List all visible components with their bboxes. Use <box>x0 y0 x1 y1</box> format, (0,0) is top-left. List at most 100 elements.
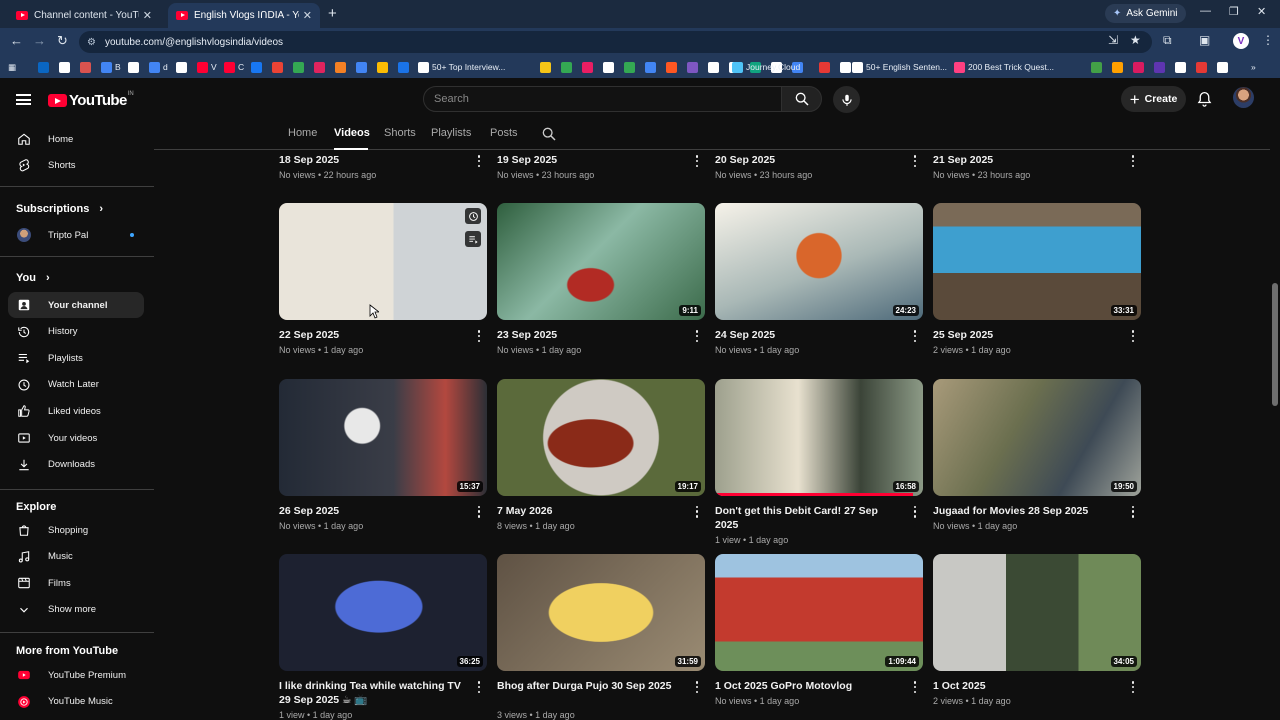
video-title[interactable]: 21 Sep 2025 <box>933 153 1119 167</box>
bookmark-item[interactable] <box>1217 60 1231 74</box>
tab-posts[interactable]: Posts <box>490 127 518 139</box>
bookmark-item[interactable] <box>38 60 52 74</box>
account-avatar[interactable] <box>1233 87 1254 108</box>
minimize-icon[interactable]: — <box>1200 5 1211 17</box>
video-title[interactable]: 22 Sep 2025 <box>279 328 465 342</box>
video-title[interactable]: 7 May 2026 <box>497 504 683 518</box>
install-app-icon[interactable]: ⇲ <box>1108 33 1118 47</box>
side-panel-icon[interactable]: ▣ <box>1199 33 1210 47</box>
bookmark-item[interactable] <box>603 60 617 74</box>
more-bookmarks-icon[interactable]: » <box>1251 60 1256 74</box>
sidebar-item-home[interactable]: Home <box>8 126 144 152</box>
sidebar-item-history[interactable]: History <box>8 319 144 345</box>
bookmark-item[interactable] <box>1196 60 1210 74</box>
video-thumbnail[interactable] <box>279 203 487 320</box>
extensions-icon[interactable]: ⧉ <box>1163 33 1172 48</box>
bookmark-item[interactable] <box>708 60 722 74</box>
video-thumbnail[interactable]: 33:31 <box>933 203 1141 320</box>
video-title[interactable]: 26 Sep 2025 <box>279 504 465 518</box>
bookmark-item[interactable] <box>561 60 575 74</box>
video-thumbnail[interactable]: 24:23 <box>715 203 923 320</box>
video-title[interactable]: 19 Sep 2025 <box>497 153 683 167</box>
bookmark-item[interactable] <box>251 60 265 74</box>
bookmark-item[interactable]: V <box>197 60 217 74</box>
video-thumbnail[interactable]: 19:17 <box>497 378 705 496</box>
more-actions-icon[interactable] <box>1131 330 1135 342</box>
browser-profile-avatar[interactable]: V <box>1233 33 1249 49</box>
video-thumbnail[interactable]: 36:25 <box>279 554 487 671</box>
reload-icon[interactable]: ↻ <box>57 33 68 49</box>
sidebar-item-your-videos[interactable]: Your videos <box>8 425 144 451</box>
bookmark-item[interactable] <box>687 60 701 74</box>
bookmark-item[interactable] <box>59 60 73 74</box>
bookmark-item[interactable] <box>1154 60 1168 74</box>
video-title[interactable]: Bhog after Durga Pujo 30 Sep 2025 <box>497 679 683 693</box>
site-info-icon[interactable]: ⚙ <box>87 37 96 48</box>
sidebar-item-watch-later[interactable]: Watch Later <box>8 372 144 398</box>
more-actions-icon[interactable] <box>477 330 481 342</box>
tab-shorts[interactable]: Shorts <box>384 127 416 139</box>
bookmark-item[interactable] <box>1091 60 1105 74</box>
add-to-queue-icon[interactable] <box>465 231 481 247</box>
scrollbar-thumb[interactable] <box>1272 283 1278 406</box>
bookmark-item[interactable] <box>540 60 554 74</box>
bookmark-item[interactable] <box>356 60 370 74</box>
back-icon[interactable]: ← <box>10 33 23 48</box>
sidebar-item-your-channel[interactable]: Your channel <box>8 292 144 318</box>
video-title[interactable]: I like drinking Tea while watching TV 29… <box>279 679 465 707</box>
more-actions-icon[interactable] <box>1131 681 1135 693</box>
browser-tab-channel[interactable]: English Vlogs IՈDIA - YouTube ✕ <box>168 3 320 28</box>
restore-icon[interactable]: ❐ <box>1229 5 1239 18</box>
video-thumbnail[interactable]: 15:37 <box>279 378 487 496</box>
sidebar-item-subscription[interactable]: Tripto Pal <box>8 222 144 248</box>
more-actions-icon[interactable] <box>477 681 481 693</box>
create-button[interactable]: + Create <box>1121 86 1186 112</box>
bookmark-item[interactable] <box>293 60 307 74</box>
video-thumbnail[interactable]: 19:50 <box>933 378 1141 496</box>
more-actions-icon[interactable] <box>477 155 481 167</box>
bookmark-item[interactable]: B <box>101 60 121 74</box>
you-heading[interactable]: You › <box>16 272 50 284</box>
close-icon[interactable]: ✕ <box>303 9 312 22</box>
sidebar-item-show-more[interactable]: Show more <box>8 597 144 623</box>
sidebar-item-shopping[interactable]: Shopping <box>8 517 144 543</box>
tab-playlists[interactable]: Playlists <box>431 127 471 139</box>
video-title[interactable]: 23 Sep 2025 <box>497 328 683 342</box>
bookmark-item[interactable]: d <box>149 60 168 74</box>
video-title[interactable]: 18 Sep 2025 <box>279 153 465 167</box>
more-actions-icon[interactable] <box>913 681 917 693</box>
video-title[interactable]: 1 Oct 2025 GoPro Motovlog <box>715 679 901 693</box>
bookmark-item[interactable] <box>128 60 142 74</box>
close-icon[interactable]: ✕ <box>143 9 152 22</box>
sidebar-item-liked-videos[interactable]: Liked videos <box>8 398 144 424</box>
browser-menu-icon[interactable]: ⋮ <box>1262 33 1274 47</box>
bookmark-item[interactable] <box>398 60 412 74</box>
bookmark-item[interactable]: 50+ English Senten... <box>852 60 947 74</box>
ask-gemini-button[interactable]: ✦ Ask Gemini <box>1105 4 1186 23</box>
video-thumbnail[interactable]: 34:05 <box>933 554 1141 671</box>
tab-videos[interactable]: Videos <box>334 127 370 139</box>
sidebar-item-music[interactable]: Music <box>8 544 144 570</box>
watch-later-icon[interactable] <box>465 208 481 224</box>
bookmark-item[interactable] <box>335 60 349 74</box>
bookmark-item[interactable] <box>272 60 286 74</box>
more-actions-icon[interactable] <box>477 505 481 518</box>
browser-tab-studio[interactable]: Channel content - YouTube Stu ✕ <box>8 3 160 28</box>
more-actions-icon[interactable] <box>1131 505 1135 518</box>
bookmark-item[interactable] <box>624 60 638 74</box>
apps-grid-icon[interactable]: ▦ <box>8 60 16 74</box>
bookmark-item[interactable] <box>314 60 328 74</box>
sidebar-item-shorts[interactable]: Shorts <box>8 152 144 178</box>
forward-icon[interactable]: → <box>33 33 46 48</box>
bookmark-item[interactable] <box>1175 60 1189 74</box>
video-thumbnail[interactable]: 16:58 <box>715 378 923 496</box>
bookmark-item[interactable]: 50+ Top Interview... <box>418 60 505 74</box>
sidebar-item-playlists[interactable]: Playlists <box>8 345 144 371</box>
video-title[interactable]: 20 Sep 2025 <box>715 153 901 167</box>
notifications-bell-icon[interactable] <box>1196 90 1213 108</box>
youtube-logo[interactable]: YouTube IN <box>48 91 134 109</box>
tab-home[interactable]: Home <box>288 127 317 139</box>
bookmark-star-icon[interactable]: ★ <box>1130 33 1141 47</box>
bookmark-item[interactable]: C <box>224 60 244 74</box>
video-title[interactable]: Jugaad for Movies 28 Sep 2025 <box>933 504 1119 518</box>
